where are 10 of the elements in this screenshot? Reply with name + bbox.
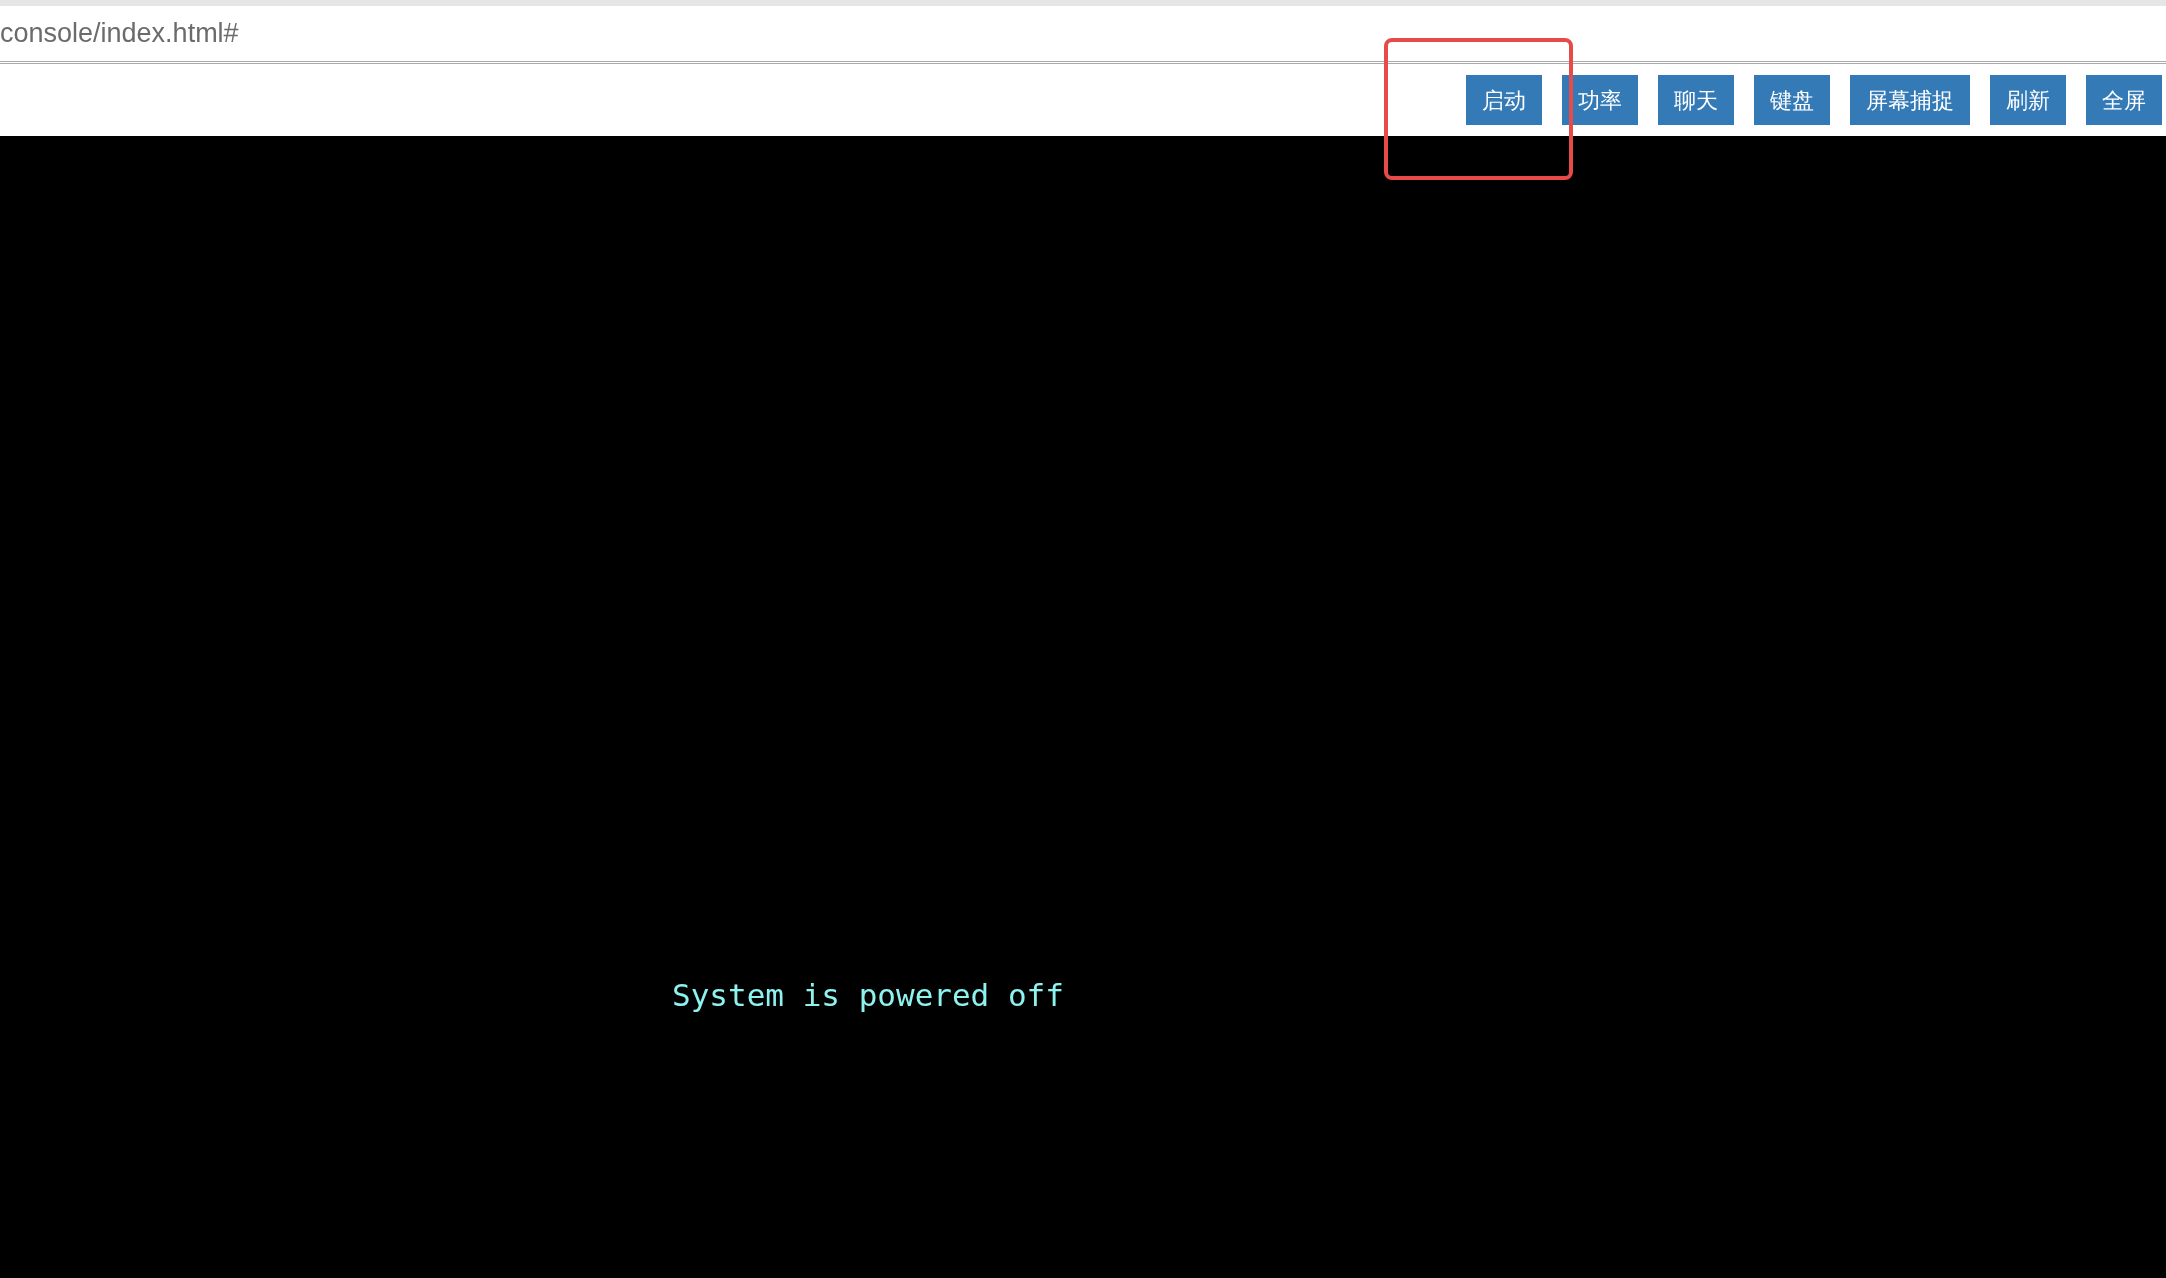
toolbar-button[interactable]: 聊天 (1658, 75, 1734, 125)
toolbar-button[interactable]: 刷新 (1990, 75, 2066, 125)
toolbar-button[interactable]: 键盘 (1754, 75, 1830, 125)
toolbar-button[interactable]: 屏幕捕捉 (1850, 75, 1970, 125)
console-message: System is powered off (672, 976, 1064, 1015)
toolbar-button[interactable]: 全屏 (2086, 75, 2162, 125)
toolbar-button[interactable]: 功率 (1562, 75, 1638, 125)
url-text: console/index.html# (0, 17, 239, 51)
address-bar[interactable]: console/index.html# (0, 6, 2166, 64)
toolbar-button[interactable]: 启动 (1466, 75, 1542, 125)
